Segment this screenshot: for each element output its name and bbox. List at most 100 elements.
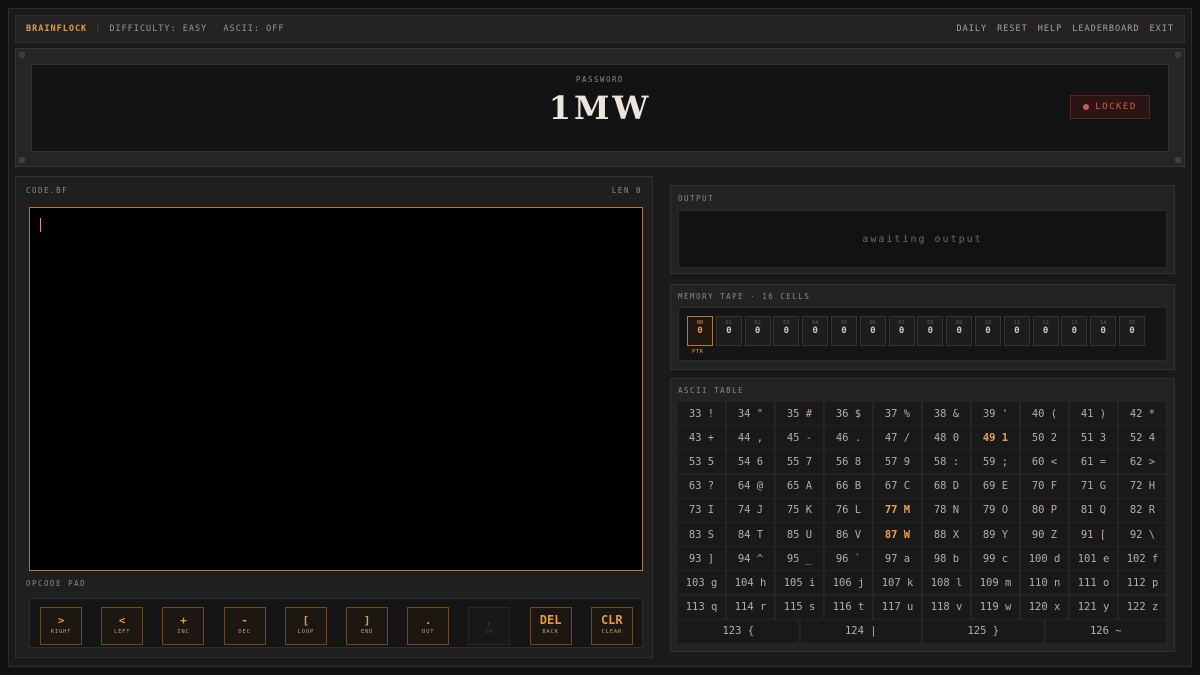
- opcode-key-label: IN: [485, 629, 494, 635]
- opcode-pad: > RIGHT < LEFT + INC - DEC [LOOP ] END . OUT, IN DEL BA…: [29, 598, 643, 648]
- ascii-entry: 36 $: [825, 402, 873, 425]
- opcode-key-end[interactable]: ] END: [346, 607, 388, 645]
- divider: |: [95, 24, 102, 34]
- opcode-key-label: RIGHT: [50, 629, 72, 635]
- memory-cell-value: 0: [870, 326, 876, 336]
- nav-daily[interactable]: DAILY: [957, 24, 988, 34]
- memory-cell: 00 0: [687, 316, 713, 346]
- ascii-entry: 77 M: [874, 498, 922, 522]
- ascii-entry: 113 q: [678, 595, 726, 619]
- memory-tape: 00 0 PTR 01 0 02 0 03 0 04 0 05 0 06 0 07 0 08 0 09 0 10 0 11 0 1…: [678, 307, 1167, 361]
- ascii-toggle[interactable]: ASCII: OFF: [223, 24, 284, 34]
- output-label: OUTPUT: [678, 194, 715, 203]
- ascii-entry: 102 f: [1119, 547, 1167, 571]
- ascii-entry: 98 b: [923, 547, 971, 571]
- ascii-entry: 53 5: [678, 450, 726, 474]
- ascii-entry: 124 |: [800, 619, 922, 643]
- ascii-entry: 45 -: [776, 426, 824, 450]
- ascii-entry: 78 N: [923, 498, 971, 522]
- ascii-entry: 80 P: [1021, 498, 1069, 522]
- ascii-entry: 64 @: [727, 474, 775, 498]
- opcode-key-inc[interactable]: + INC: [162, 607, 205, 645]
- ascii-entry: 67 C: [874, 474, 922, 498]
- ascii-entry: 85 U: [776, 523, 824, 546]
- output-panel: OUTPUT awaiting output: [670, 185, 1175, 274]
- ascii-entry: 108 l: [923, 571, 971, 595]
- ascii-entry: 39 ': [972, 402, 1020, 425]
- memory-cell-value: 0: [956, 326, 962, 336]
- code-panel: CODE.BF LEN 0 OPCODE PAD > RIGHT < LEFT + INC…: [15, 176, 653, 658]
- opcode-key-loop[interactable]: [LOOP: [284, 607, 327, 645]
- status-dot-icon: [1083, 104, 1090, 110]
- ascii-entry: 43 +: [678, 426, 726, 450]
- lock-status-badge: LOCKED: [1070, 95, 1150, 119]
- nav-help[interactable]: HELP: [1038, 24, 1062, 34]
- ascii-entry: 97 a: [874, 547, 922, 571]
- screw-icon: [19, 157, 25, 163]
- ascii-entry: 66 B: [825, 474, 873, 498]
- memory-cell-value: 0: [985, 326, 991, 336]
- memory-cell: 15 0: [1119, 316, 1145, 346]
- nav-reset[interactable]: RESET: [997, 24, 1028, 34]
- ascii-entry: 99 c: [972, 547, 1020, 571]
- memory-tape-label: MEMORY TAPE · 16 CELLS: [678, 292, 811, 301]
- ascii-entry: 93 ]: [678, 547, 726, 571]
- opcode-key-dec[interactable]: - DEC: [223, 607, 266, 645]
- opcode-key-label: END: [360, 629, 374, 635]
- ascii-entry: 33 !: [678, 402, 726, 425]
- memory-cell: 12 0: [1032, 316, 1059, 346]
- nav-leaderboard[interactable]: LEADERBOARD: [1072, 24, 1139, 34]
- opcode-key-symbol: >: [57, 614, 65, 627]
- memory-cell: 03 0: [773, 316, 800, 346]
- ascii-entry: 95 _: [776, 547, 824, 571]
- ascii-entry: 52 4: [1119, 426, 1167, 450]
- screw-icon: [1175, 52, 1181, 58]
- code-editor[interactable]: [29, 207, 643, 571]
- ascii-entry: 60 <: [1021, 450, 1069, 474]
- memory-cell: 13 0: [1061, 316, 1088, 346]
- ascii-entry: 86 V: [825, 523, 873, 546]
- memory-cell: 09 0: [946, 316, 973, 346]
- opcode-key-clear[interactable]: CLR CLEAR: [590, 607, 633, 645]
- memory-cell: 14 0: [1090, 316, 1117, 346]
- ascii-entry: 117 u: [874, 595, 922, 619]
- opcode-key-out[interactable]: . OUT: [407, 607, 450, 645]
- opcode-key-back[interactable]: DEL BACK: [529, 607, 572, 645]
- password-label: PASSWORD: [575, 75, 625, 84]
- difficulty-indicator: DIFFICULTY: EASY: [109, 24, 208, 34]
- ascii-entry: 119 w: [972, 595, 1020, 619]
- ascii-entry: 103 g: [678, 571, 726, 595]
- opcode-key-in: , IN: [468, 607, 511, 645]
- opcode-key-label: BACK: [542, 629, 559, 635]
- opcode-key-right[interactable]: > RIGHT: [40, 607, 82, 645]
- memory-cell: 07 0: [888, 316, 915, 346]
- ascii-entry: 87 W: [874, 523, 922, 546]
- memory-cell-value: 0: [898, 326, 905, 336]
- ascii-entry: 34 ": [727, 402, 775, 425]
- ascii-entry: 96 `: [825, 547, 873, 571]
- ascii-entry: 106 j: [825, 571, 873, 595]
- nav-exit[interactable]: EXIT: [1150, 24, 1174, 34]
- memory-cell-value: 0: [841, 326, 847, 336]
- ascii-entry: 40 (: [1021, 402, 1069, 425]
- ascii-entry: 122 z: [1119, 595, 1167, 619]
- memory-cell-value: 0: [1071, 326, 1078, 336]
- opcode-key-symbol: DEL: [539, 613, 562, 627]
- memory-cell-value: 0: [1042, 326, 1049, 336]
- opcode-key-label: LEFT: [113, 629, 131, 635]
- lock-status-text: LOCKED: [1095, 102, 1137, 112]
- ascii-entry: 88 X: [923, 523, 971, 546]
- ascii-entry: 92 \: [1119, 523, 1167, 546]
- memory-tape-panel: MEMORY TAPE · 16 CELLS 00 0 PTR 01 0 02 0 03 0 04…: [670, 284, 1175, 370]
- memory-cell-value: 0: [1014, 326, 1020, 336]
- opcode-key-symbol: ,: [486, 614, 493, 627]
- ascii-entry: 38 &: [923, 402, 971, 425]
- ascii-entry: 58 :: [923, 450, 971, 474]
- memory-cell-value: 0: [1129, 326, 1135, 336]
- ascii-entry: 125 }: [923, 619, 1045, 643]
- opcode-pad-label: OPCODE PAD: [26, 579, 87, 588]
- memory-cell-value: 0: [697, 326, 703, 336]
- ascii-entry: 59 ;: [972, 450, 1020, 474]
- memory-cell: 01 0: [715, 316, 742, 346]
- opcode-key-left[interactable]: < LEFT: [101, 607, 144, 645]
